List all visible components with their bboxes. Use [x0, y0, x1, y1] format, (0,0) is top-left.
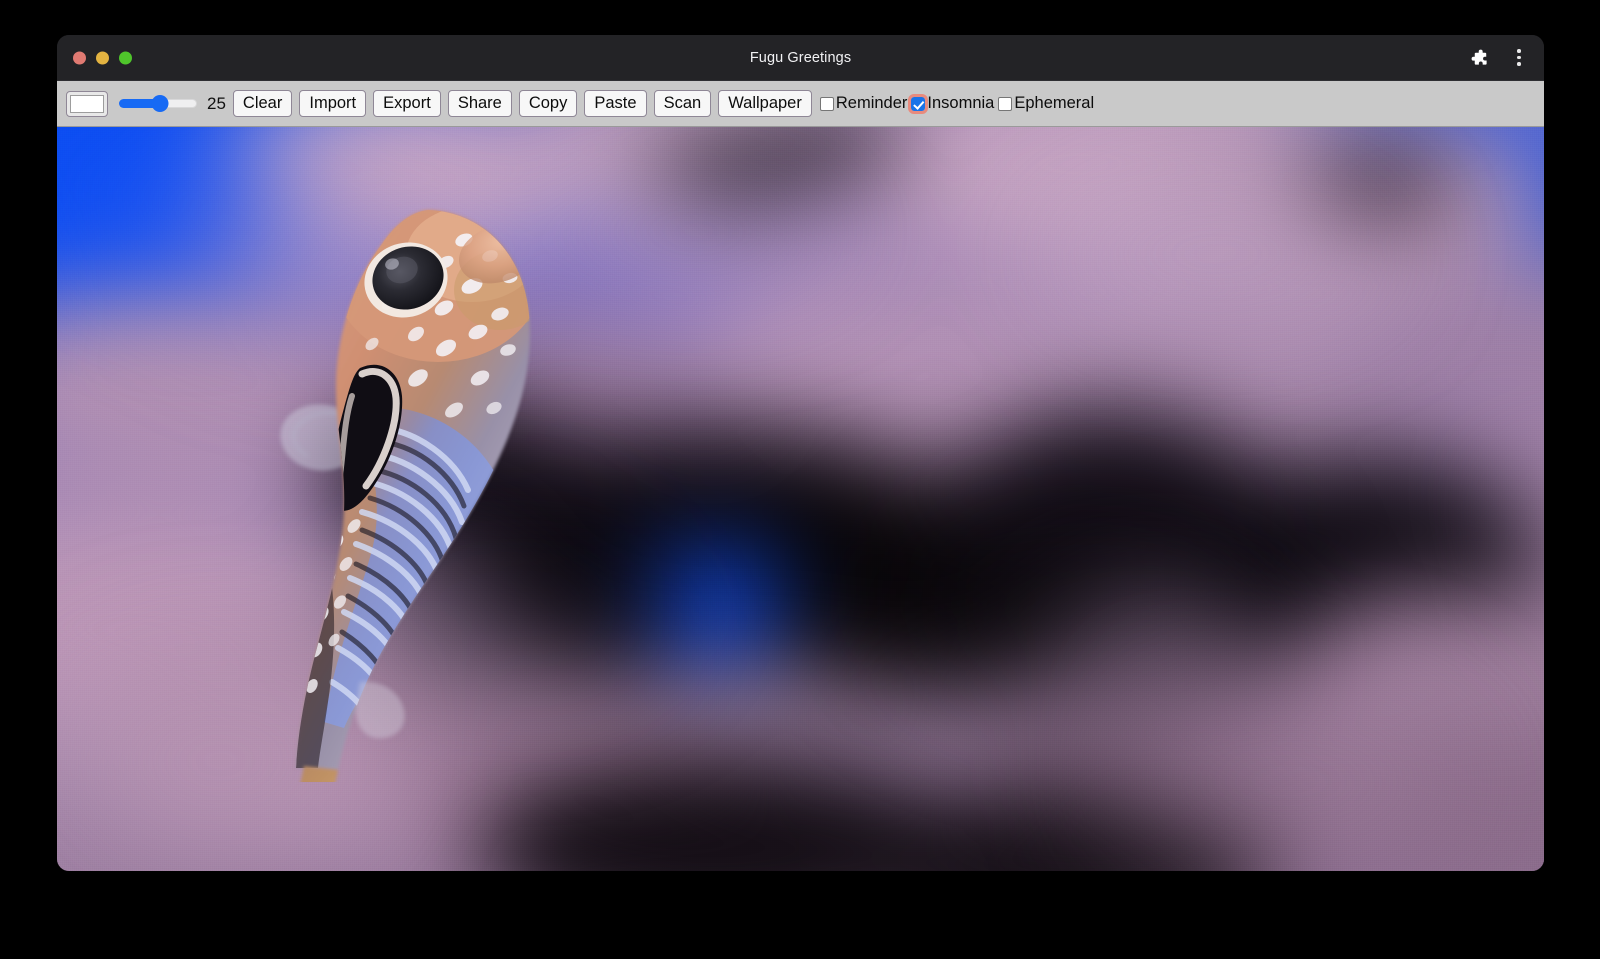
wallpaper-button[interactable]: Wallpaper — [718, 90, 812, 118]
brush-size-slider[interactable] — [119, 91, 197, 117]
title-bar-actions — [1468, 47, 1530, 69]
checkbox-reminder[interactable]: Reminder — [820, 95, 908, 112]
color-picker-input[interactable] — [66, 91, 108, 117]
slider-thumb[interactable] — [151, 95, 168, 112]
checkbox-ephemeral-label: Ephemeral — [1014, 95, 1094, 112]
pufferfish-subject — [232, 182, 592, 782]
import-button[interactable]: Import — [299, 90, 366, 118]
maximize-button[interactable] — [119, 51, 132, 64]
checkbox-insomnia[interactable]: Insomnia — [911, 95, 994, 112]
app-window: Fugu Greetings — [57, 35, 1544, 871]
close-button[interactable] — [73, 51, 86, 64]
color-swatch-fill — [70, 95, 104, 113]
app-toolbar: 25 Clear Import Export Share Copy Paste … — [57, 81, 1544, 127]
kebab-three-dots-icon — [1517, 49, 1521, 66]
checkbox-reminder-box[interactable] — [820, 97, 834, 111]
checkbox-reminder-label: Reminder — [836, 95, 908, 112]
clear-button[interactable]: Clear — [233, 90, 292, 118]
browser-menu-icon[interactable] — [1508, 47, 1530, 69]
checkbox-insomnia-box[interactable] — [911, 97, 925, 111]
slider-value-label: 25 — [207, 95, 226, 112]
page-title: Fugu Greetings — [57, 50, 1544, 66]
checkbox-insomnia-label: Insomnia — [927, 95, 994, 112]
drawing-canvas[interactable] — [57, 127, 1544, 871]
minimize-button[interactable] — [96, 51, 109, 64]
scan-button[interactable]: Scan — [654, 90, 712, 118]
extensions-icon[interactable] — [1468, 47, 1490, 69]
checkbox-ephemeral[interactable]: Ephemeral — [998, 95, 1094, 112]
window-controls — [73, 51, 132, 64]
screen: Fugu Greetings — [0, 0, 1600, 959]
toolbar-checkbox-group: Reminder Insomnia Ephemeral — [820, 95, 1094, 112]
title-bar: Fugu Greetings — [57, 35, 1544, 81]
paste-button[interactable]: Paste — [584, 90, 646, 118]
copy-button[interactable]: Copy — [519, 90, 578, 118]
export-button[interactable]: Export — [373, 90, 441, 118]
share-button[interactable]: Share — [448, 90, 512, 118]
checkbox-ephemeral-box[interactable] — [998, 97, 1012, 111]
